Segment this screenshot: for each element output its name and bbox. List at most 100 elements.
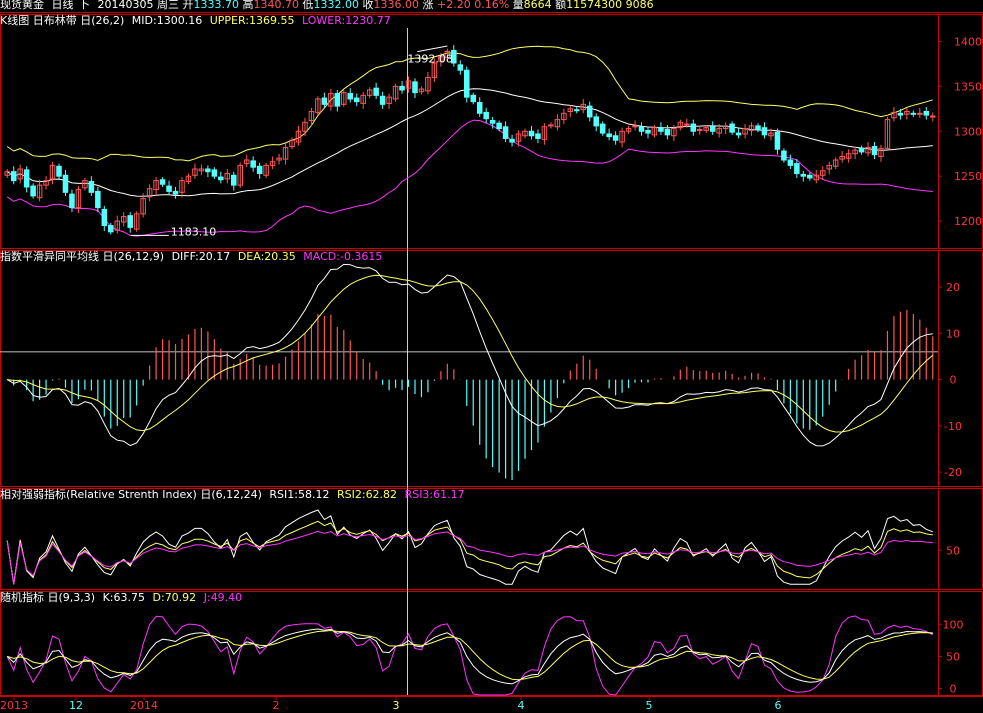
kline-indicator[interactable]: 布林带 xyxy=(44,14,77,27)
macd-legend: 指数平滑异同平均线 日(26,12,9) DIFF:20.17 DEA:20.3… xyxy=(0,250,382,264)
kline-legend: K线图 日布林带 日(26,2) MID:1300.16 UPPER:1369.… xyxy=(0,14,391,28)
kdj-tick-label: 100 xyxy=(943,618,964,631)
x-axis-label: 4 xyxy=(518,699,525,712)
candle xyxy=(457,64,464,71)
kdj-tick-label: 0 xyxy=(950,683,957,696)
candle xyxy=(658,127,664,132)
panel-frame xyxy=(0,591,983,696)
candle xyxy=(638,126,645,132)
rsi1-label: RSI1: xyxy=(269,488,298,501)
change-pct: 0.16% xyxy=(474,0,510,11)
candle xyxy=(172,190,179,195)
candle xyxy=(62,174,69,193)
rsi-tick-label: 50 xyxy=(946,544,960,557)
candle xyxy=(929,115,936,118)
rsi-name[interactable]: 相对强弱指标(Relative Strenth Index) xyxy=(0,488,197,501)
candle xyxy=(645,129,651,134)
candle xyxy=(593,116,599,127)
candle xyxy=(923,111,930,116)
candle xyxy=(871,146,878,156)
rsi3-value: 61.17 xyxy=(433,488,465,501)
low-annotation: 1183.10 xyxy=(171,226,217,239)
candle xyxy=(470,94,477,103)
candle xyxy=(373,87,379,96)
boll-upper-line xyxy=(6,45,933,162)
candle xyxy=(709,126,716,132)
macd-tick-label: 20 xyxy=(946,281,960,294)
rsi3-label: RSI3: xyxy=(404,488,434,501)
period-arrow[interactable]: 卜 xyxy=(79,0,90,11)
candle xyxy=(23,169,30,188)
candle xyxy=(632,125,638,128)
rsi2-label: RSI2: xyxy=(336,488,366,501)
candle xyxy=(56,165,62,177)
candle xyxy=(101,208,108,227)
dea-value: 20.35 xyxy=(264,250,296,263)
kdj-name[interactable]: 随机指标 xyxy=(0,591,44,604)
rsi-params: (6,12,24) xyxy=(211,488,262,501)
dropdown-icon[interactable]: 日 xyxy=(103,250,114,263)
kdj-legend: 随机指标 日(9,3,3) K:63.75 D:70.92 J:49.40 xyxy=(0,591,242,605)
quote-date: 20140305 xyxy=(97,0,154,11)
kline-tick-label: 1350 xyxy=(954,80,982,93)
dropdown-icon[interactable]: 日 xyxy=(48,591,59,604)
d-value: 70.92 xyxy=(164,591,197,604)
diff-line xyxy=(6,263,933,447)
x-axis-label: 2013 xyxy=(0,699,28,712)
dropdown-icon[interactable]: 日 xyxy=(33,14,44,27)
kline-name[interactable]: K线图 xyxy=(0,14,29,27)
macd-tick-label: -10 xyxy=(944,420,962,433)
quote-header: 现货黄金 日线 卜 20140305 周三 开1333.70 高1340.70 … xyxy=(0,0,654,12)
candle xyxy=(735,132,742,136)
macd-name[interactable]: 指数平滑异同平均线 xyxy=(0,250,99,263)
stock-chart[interactable]: 140013501300125012001392.081183.1020100-… xyxy=(0,0,983,713)
candle xyxy=(781,150,787,161)
candle xyxy=(230,174,237,186)
kline-params: (26,2) xyxy=(91,14,125,27)
candle xyxy=(729,123,735,133)
x-axis-label: 2 xyxy=(273,699,280,712)
mid-label: MID: xyxy=(131,14,157,27)
candle xyxy=(502,126,509,139)
close-value: 1336.00 xyxy=(373,0,420,11)
diff-value: 20.17 xyxy=(198,250,231,263)
candle xyxy=(88,181,95,193)
candle xyxy=(696,128,703,131)
dropdown-icon[interactable]: 日 xyxy=(200,488,211,501)
rsi1-value: 58.12 xyxy=(297,488,330,501)
kdj-tick-label: 50 xyxy=(946,650,960,663)
candle xyxy=(774,131,781,150)
candle xyxy=(528,130,535,137)
x-axis-label: 2014 xyxy=(130,699,158,712)
candle xyxy=(684,123,690,126)
candle xyxy=(218,176,224,181)
j-label: J: xyxy=(203,591,211,604)
rsi-legend: 相对强弱指标(Relative Strenth Index) 日(6,12,24… xyxy=(0,488,465,502)
macd-tick-label: 10 xyxy=(946,327,960,340)
dropdown-icon[interactable]: 日 xyxy=(80,14,91,27)
period-label[interactable]: 日线 xyxy=(52,0,74,11)
k-line xyxy=(6,628,933,685)
volume-value: 8664 xyxy=(523,0,552,11)
instrument-name: 现货黄金 xyxy=(0,0,44,11)
candle xyxy=(858,147,865,153)
macd-params: (26,12,9) xyxy=(113,250,165,263)
candle xyxy=(574,109,580,112)
candle xyxy=(10,171,17,182)
candle xyxy=(787,159,794,166)
kdj-params: (9,3,3) xyxy=(58,591,96,604)
diff-label: DIFF: xyxy=(171,250,199,263)
candle xyxy=(509,138,515,143)
k-value: 63.75 xyxy=(113,591,146,604)
candle xyxy=(496,122,502,130)
x-axis-label: 6 xyxy=(775,699,782,712)
open-value: 1333.70 xyxy=(193,0,240,11)
panel-frame xyxy=(0,14,983,249)
macd-value: -0.3615 xyxy=(339,250,383,263)
change-label: 涨 xyxy=(422,0,434,11)
macd-tick-label: -20 xyxy=(944,466,962,479)
kline-tick-label: 1300 xyxy=(954,125,982,138)
candle xyxy=(347,93,354,100)
macd-label: MACD: xyxy=(303,250,340,263)
candle xyxy=(690,123,697,132)
